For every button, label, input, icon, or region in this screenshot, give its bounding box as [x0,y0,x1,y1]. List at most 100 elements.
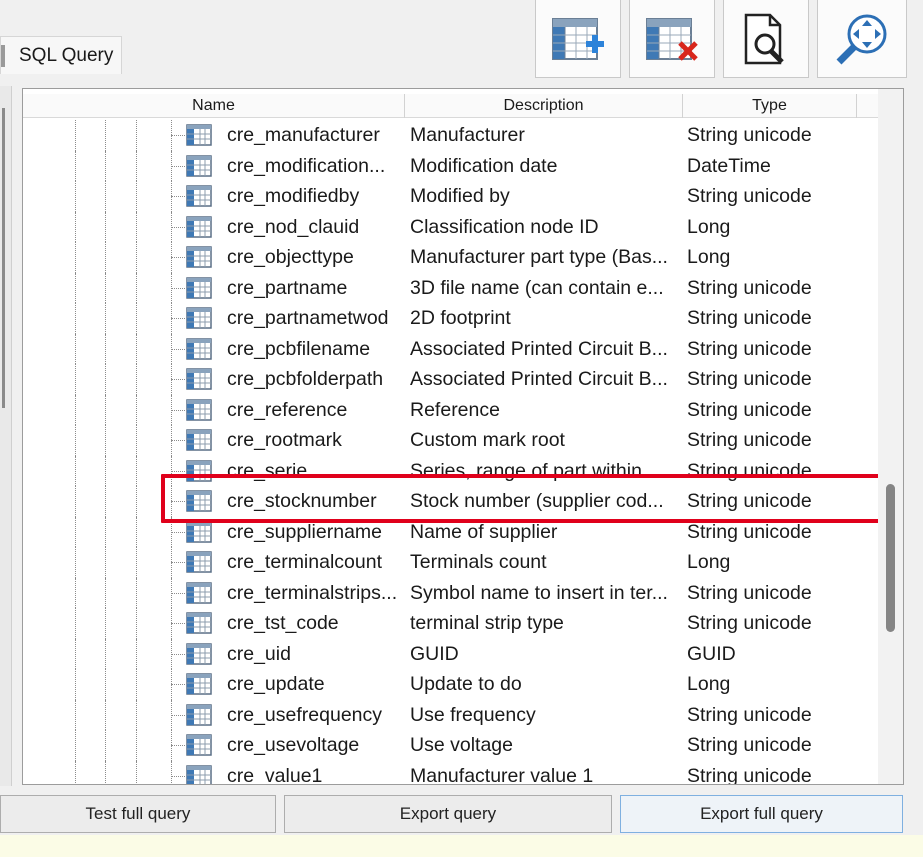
tree-connector [171,592,185,594]
field-description: 2D footprint [410,307,511,329]
highlight-box [161,474,889,523]
table-row[interactable]: cre_tst_code terminal strip type String un… [23,608,878,639]
field-type: String unicode [687,764,812,785]
tree-connector [171,653,185,655]
table-field-icon [186,307,212,329]
table-row[interactable]: cre_terminalcount Terminals count Long [23,547,878,578]
tree-guide-line [136,608,137,639]
tab-strip: SQL Query [0,0,923,86]
field-name: cre_modification... [227,154,386,177]
tree-connector [171,196,185,197]
table-row[interactable]: cre_objecttype Manufacturer part type (Ba… [23,242,878,273]
tree-guide-line [105,272,106,303]
left-splitter[interactable] [0,86,12,786]
tree-connector [171,714,185,716]
tree-guide-line [105,333,106,364]
tree-guide-line [75,425,76,456]
tree-connector [171,379,185,380]
table-row[interactable]: cre_nod_clauid Classification node ID Long [23,211,878,242]
table-row[interactable]: cre_reference Reference String unicode [23,394,878,425]
table-row[interactable]: cre_pcbfilename Associated Printed Circui… [23,333,878,364]
table-row[interactable]: cre_partnametwod 2D footprint String unico… [23,303,878,334]
tree-guide-line [105,516,106,547]
field-description: Associated Printed Circuit B... [410,368,668,390]
tree-guide-line [136,394,137,425]
tree-guide-line [105,394,106,425]
table-row[interactable]: cre_uid GUID GUID [23,638,878,669]
field-name: cre_partname [227,276,348,299]
preview-button[interactable] [723,0,809,78]
field-description: Symbol name to insert in ter... [410,581,668,604]
export-full-query-button[interactable]: Export full query [620,795,903,833]
table-row[interactable]: cre_usevoltage Use voltage String unicode [23,730,878,761]
tree-guide-line [75,669,76,700]
field-type: String unicode [687,185,812,207]
column-header-name[interactable]: Name [23,94,405,118]
tree-connector [171,287,185,289]
field-description: terminal strip type [410,612,564,634]
field-type: String unicode [687,124,812,146]
table-field-icon [186,520,212,543]
field-name: cre_manufacturer [227,124,380,146]
field-name: cre_update [227,673,325,695]
tab-sql-query[interactable]: SQL Query [0,36,122,74]
tree-guide-line [75,547,76,578]
remove-field-button[interactable] [629,0,715,78]
field-type: Long [687,215,731,238]
field-type: String unicode [687,429,812,451]
field-description: Modified by [410,185,510,207]
table-row[interactable]: cre_value1 Manufacturer value 1 String uni… [23,760,878,785]
vertical-scrollbar[interactable] [878,89,903,784]
field-description: Manufacturer part type (Bas... [410,246,668,268]
column-header-type[interactable]: Type [683,94,857,118]
table-row[interactable]: cre_manufacturer Manufacturer String unico… [23,120,878,151]
table-field-icon [186,154,212,177]
table-field-icon [186,612,212,634]
tree-connector [171,409,185,411]
field-type: DateTime [687,154,771,177]
tree-guide-line [75,455,76,486]
table-field-icon [186,337,212,360]
field-type: Long [687,551,731,573]
scrollbar-thumb[interactable] [886,484,895,632]
tree-guide-line [136,669,137,700]
export-query-button[interactable]: Export query [284,795,612,833]
table-row[interactable]: cre_rootmark Custom mark root String unico… [23,425,878,456]
field-description: Use voltage [410,734,513,756]
tree-connector [171,226,185,228]
table-row[interactable]: cre_modification... Modification date Date… [23,150,878,181]
tree-guide-line [105,150,106,181]
field-description: Use frequency [410,703,536,726]
tree-guide-line [75,394,76,425]
tree-connector [171,745,185,746]
tab-label: SQL Query [19,45,114,66]
column-header-description[interactable]: Description [405,94,683,118]
field-type: String unicode [687,276,812,299]
table-row[interactable]: cre_partname 3D file name (can contain e.… [23,272,878,303]
table-row[interactable]: cre_pcbfolderpath Associated Printed Circ… [23,364,878,395]
tree-guide-line [75,181,76,212]
zoom-fit-button[interactable] [817,0,907,78]
test-full-query-button[interactable]: Test full query [0,795,276,833]
tree-guide-line [136,516,137,547]
field-type: String unicode [687,307,812,329]
tree-guide-line [136,211,137,242]
tree-guide-line [105,730,106,761]
table-row[interactable]: cre_terminalstrips... Symbol name to inse… [23,577,878,608]
table-row[interactable]: cre_modifiedby Modified by String unicode [23,181,878,212]
field-name: cre_rootmark [227,429,342,451]
tree-guide-line [105,120,106,151]
table-add-icon [552,17,604,60]
table-row[interactable]: cre_update Update to do Long [23,669,878,700]
tree-guide-line [136,303,137,334]
add-field-button[interactable] [535,0,621,78]
table-field-icon [186,276,212,299]
tree-guide-line [75,577,76,608]
tree-guide-line [75,730,76,761]
table-field-icon [186,215,212,238]
tree-guide-line [136,333,137,364]
table-field-icon [186,642,212,665]
field-description: Associated Printed Circuit B... [410,337,668,360]
table-row[interactable]: cre_usefrequency Use frequency String unic… [23,699,878,730]
table-field-icon [186,124,212,146]
